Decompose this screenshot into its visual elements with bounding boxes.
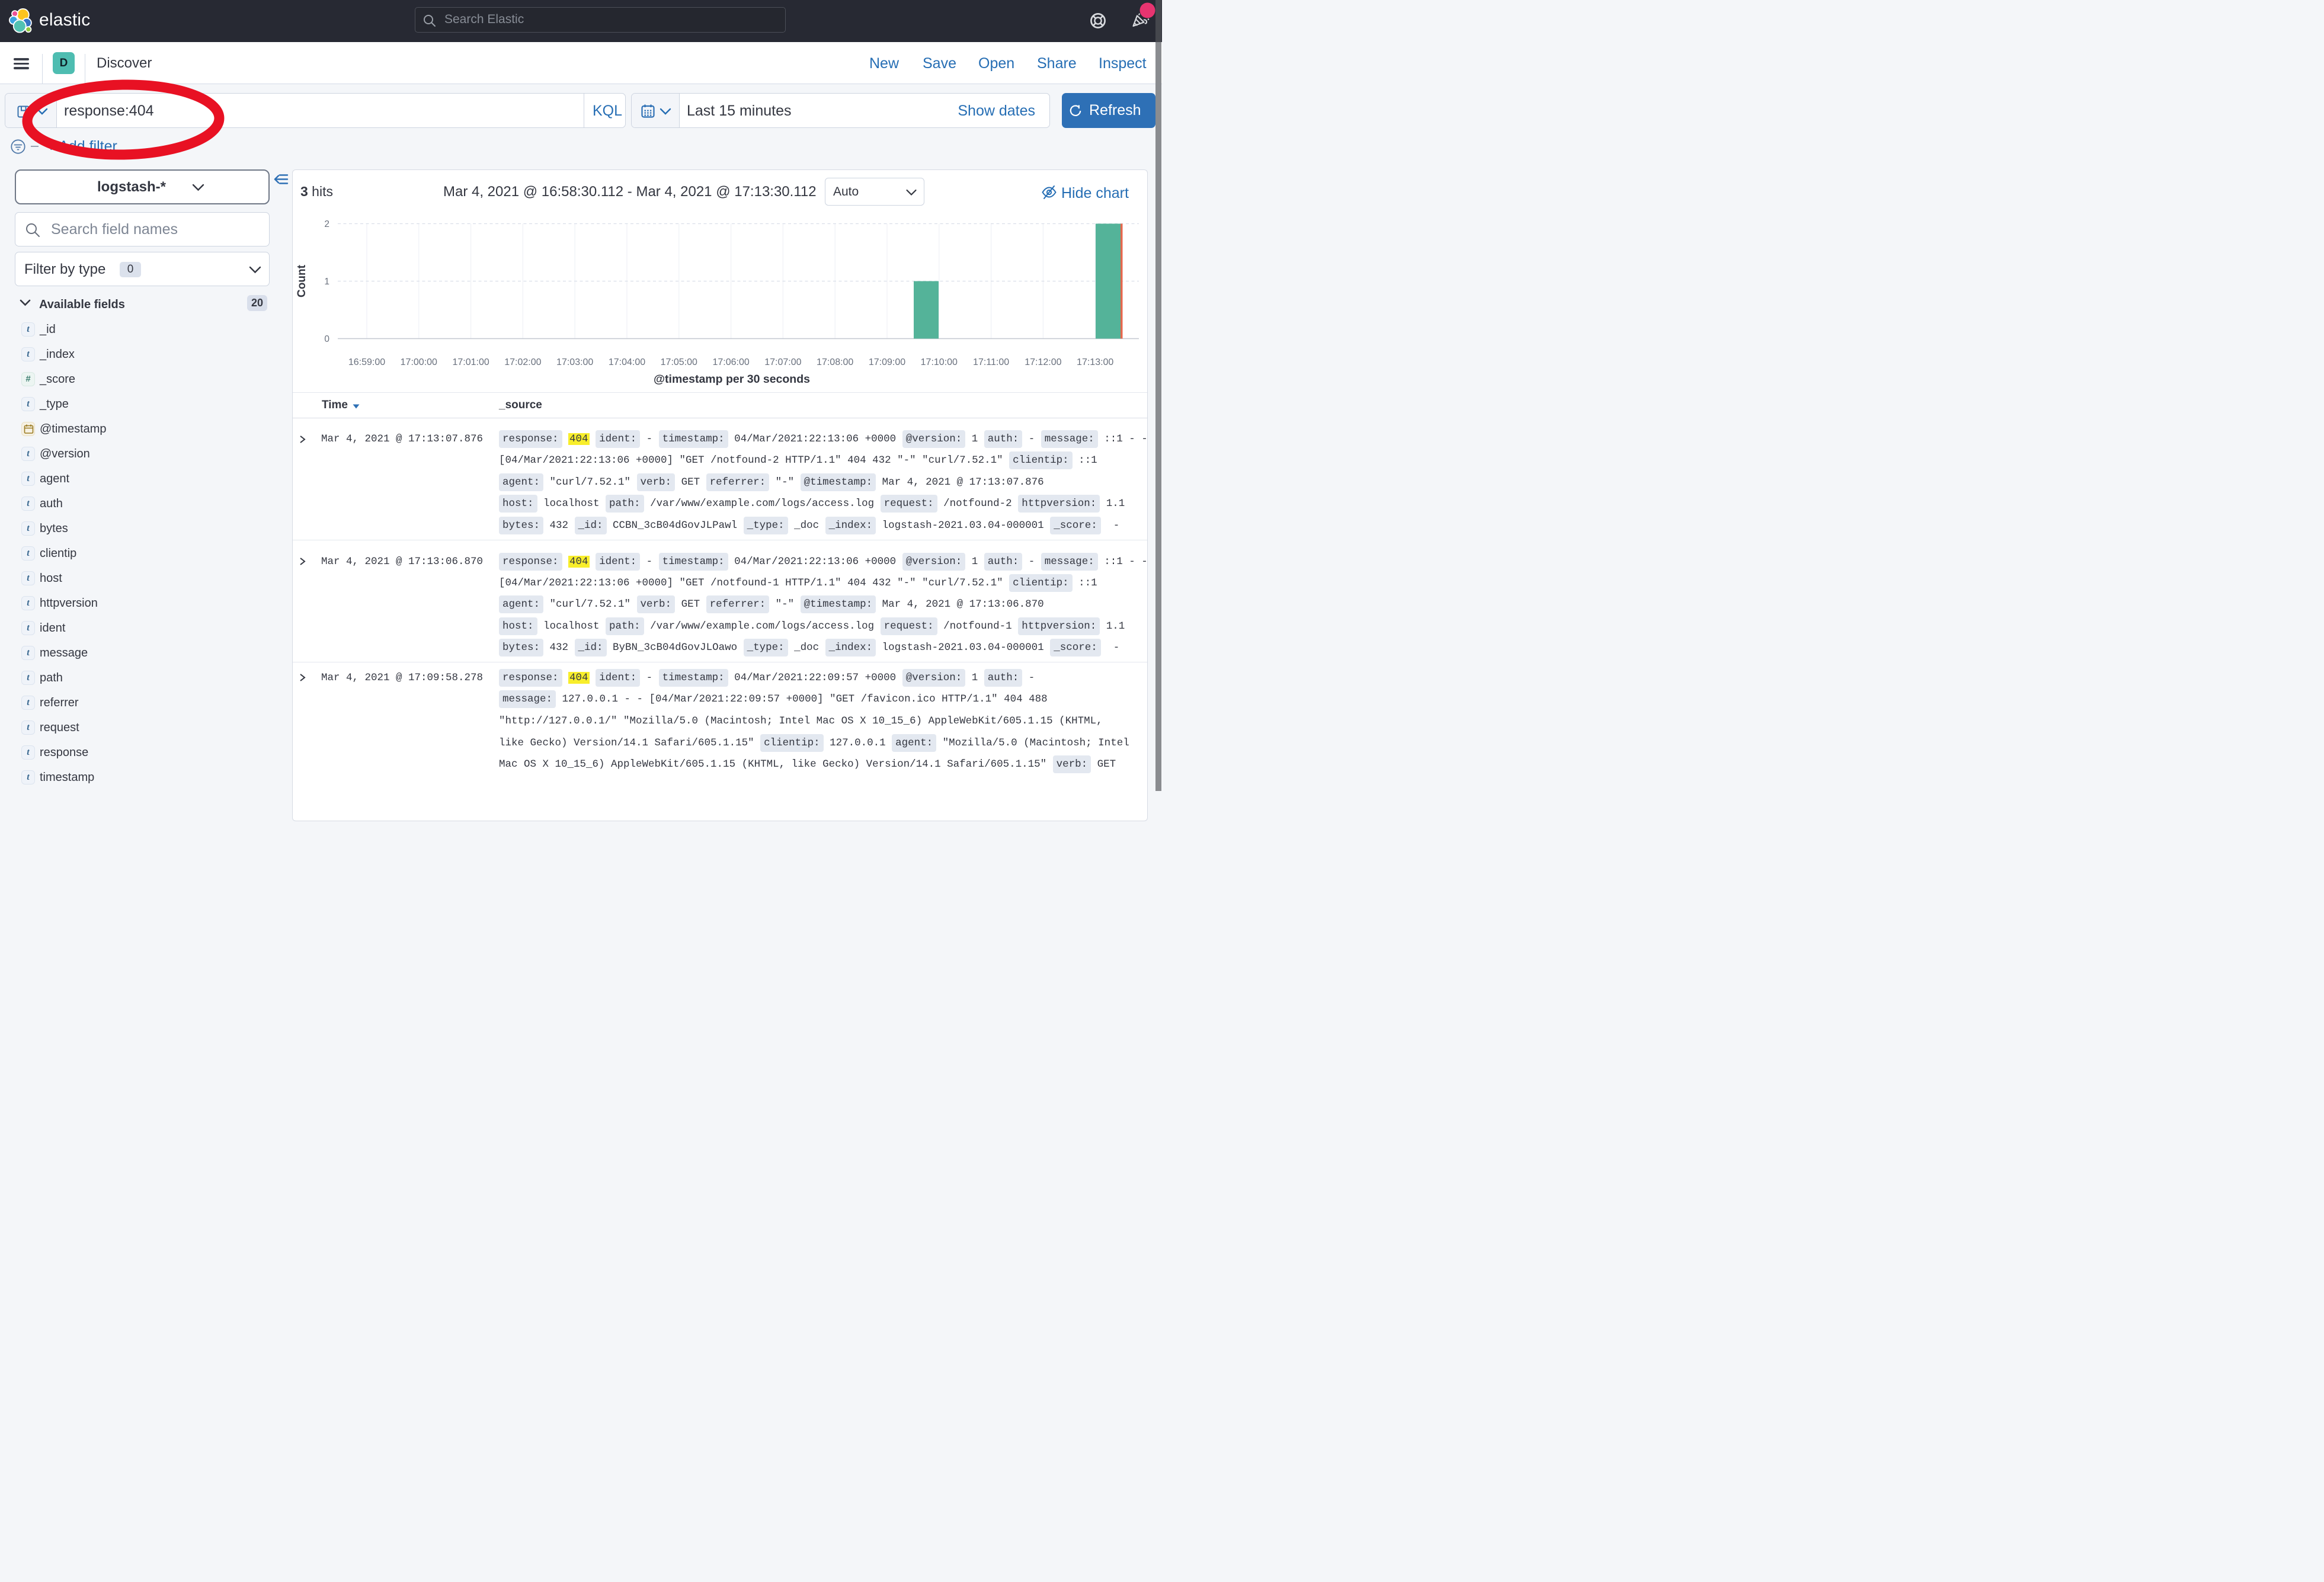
svg-text:17:00:00: 17:00:00 <box>401 357 437 367</box>
svg-text:@timestamp per 30 seconds: @timestamp per 30 seconds <box>654 373 810 386</box>
svg-text:17:03:00: 17:03:00 <box>556 357 593 367</box>
svg-text:17:02:00: 17:02:00 <box>504 357 541 367</box>
svg-text:17:08:00: 17:08:00 <box>817 357 853 367</box>
svg-text:17:12:00: 17:12:00 <box>1025 357 1061 367</box>
svg-text:16:59:00: 16:59:00 <box>348 357 385 367</box>
svg-text:0: 0 <box>324 334 329 344</box>
svg-text:1: 1 <box>324 277 329 287</box>
svg-text:17:09:00: 17:09:00 <box>869 357 905 367</box>
svg-text:17:06:00: 17:06:00 <box>712 357 749 367</box>
svg-text:17:01:00: 17:01:00 <box>452 357 489 367</box>
svg-text:17:04:00: 17:04:00 <box>609 357 645 367</box>
svg-text:17:05:00: 17:05:00 <box>661 357 697 367</box>
svg-text:17:11:00: 17:11:00 <box>973 357 1009 367</box>
svg-text:17:07:00: 17:07:00 <box>764 357 801 367</box>
svg-text:17:10:00: 17:10:00 <box>921 357 958 367</box>
svg-text:Count: Count <box>296 264 308 297</box>
svg-text:2: 2 <box>324 219 329 229</box>
svg-text:17:13:00: 17:13:00 <box>1077 357 1113 367</box>
